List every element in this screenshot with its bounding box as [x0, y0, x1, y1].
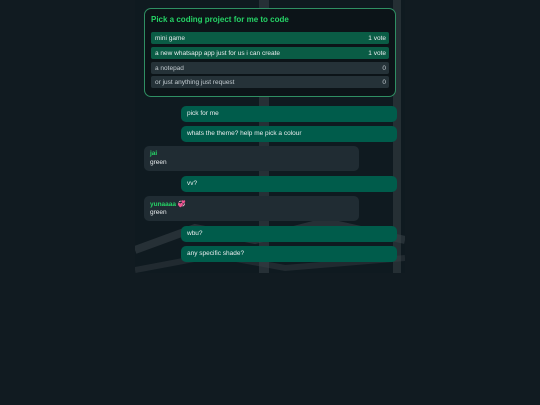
outgoing-message[interactable]: whats the theme? help me pick a colour — [181, 126, 397, 142]
poll-option-count: 0 — [382, 79, 386, 86]
poll-title: Pick a coding project for me to code — [151, 15, 289, 24]
outgoing-message[interactable]: wbu? — [181, 226, 397, 242]
poll-option-count: 1 vote — [368, 50, 386, 57]
poll-option-notepad[interactable]: a notepad 0 — [151, 62, 389, 74]
message-text: green — [150, 209, 167, 216]
poll-option-whatsapp-app[interactable]: a new whatsapp app just for us i can cre… — [151, 47, 389, 59]
poll-card: Pick a coding project for me to code min… — [144, 8, 396, 97]
poll-option-count: 0 — [382, 65, 386, 72]
poll-option-anything[interactable]: or just anything just request 0 — [151, 76, 389, 88]
poll-option-label: a notepad — [155, 65, 184, 72]
poll-option-label: or just anything just request — [155, 79, 235, 86]
message-sender: jai — [150, 150, 158, 157]
message-text: wbu? — [187, 230, 203, 237]
incoming-message[interactable]: yunaaaa 💞 green — [144, 196, 359, 221]
outgoing-message[interactable]: pick for me — [181, 106, 397, 122]
message-sender: yunaaaa 💞 — [150, 200, 186, 208]
message-text: green — [150, 159, 167, 166]
poll-option-count: 1 vote — [368, 35, 386, 42]
poll-option-mini-game[interactable]: mini game 1 vote — [151, 32, 389, 44]
outgoing-message[interactable]: vv? — [181, 176, 397, 192]
outgoing-message[interactable]: any specific shade? — [181, 246, 397, 262]
hearts-icon: 💞 — [177, 201, 186, 208]
message-text: pick for me — [187, 110, 219, 117]
message-text: any specific shade? — [187, 250, 245, 257]
sender-name: yunaaaa — [150, 201, 177, 208]
poll-option-label: mini game — [155, 35, 185, 42]
message-text: whats the theme? help me pick a colour — [187, 130, 302, 137]
poll-option-label: a new whatsapp app just for us i can cre… — [155, 50, 281, 57]
message-text: vv? — [187, 180, 198, 187]
incoming-message[interactable]: jai green — [144, 146, 359, 171]
